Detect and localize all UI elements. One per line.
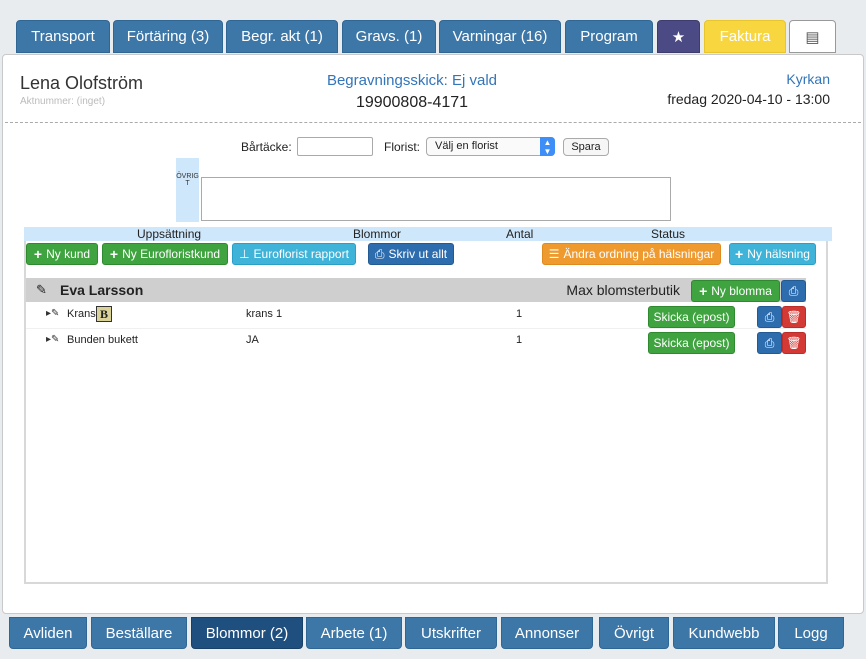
row-blommor: krans 1	[246, 308, 283, 320]
bartacke-input[interactable]	[297, 137, 373, 156]
tab-kundwebb[interactable]: Kundwebb	[673, 617, 775, 649]
tab-blommor[interactable]: Blommor (2)	[191, 617, 303, 649]
badge-b-icon: B	[96, 306, 112, 322]
col-status: Status	[651, 227, 686, 241]
tab-varningar[interactable]: Varningar (16)	[439, 20, 561, 53]
ovrigt-textarea[interactable]	[201, 177, 671, 221]
row-antal: 1	[516, 308, 523, 320]
florist-selected: Välj en florist	[435, 140, 498, 152]
trash-icon: 🗑	[786, 336, 802, 350]
tab-transport[interactable]: Transport	[16, 20, 110, 53]
florist-select[interactable]: Välj en florist ▲ ▼	[426, 137, 555, 156]
print-icon: ⎙	[374, 246, 385, 261]
col-blommor: Blommor	[353, 227, 402, 241]
expand-icon[interactable]: ▸✎	[46, 308, 59, 319]
florist-shop-name: Max blomsterbutik	[566, 282, 680, 298]
new-customer-button[interactable]: + Ny kund	[26, 243, 98, 265]
plus-icon: +	[699, 283, 708, 299]
print-icon: ⎙	[788, 283, 799, 298]
send-email-button[interactable]: Skicka (epost)	[648, 332, 735, 354]
tab-faktura[interactable]: Faktura	[704, 20, 786, 53]
new-greeting-button[interactable]: + Ny hälsning	[729, 243, 816, 265]
star-icon: ★	[671, 28, 686, 46]
row-uppsattning: Krans	[67, 308, 96, 320]
tab-favorite[interactable]: ★	[657, 20, 700, 53]
tab-avliden[interactable]: Avliden	[9, 617, 87, 649]
row-divider	[26, 328, 806, 329]
select-arrows-icon: ▲ ▼	[540, 137, 555, 156]
tab-bestallare[interactable]: Beställare	[91, 617, 187, 649]
list-icon: ▤	[805, 28, 820, 46]
customer-name: Eva Larsson	[60, 282, 144, 298]
print-icon: ⎙	[764, 335, 775, 350]
tab-gravs[interactable]: Gravs. (1)	[342, 20, 436, 53]
place-link[interactable]: Kyrkan	[786, 71, 830, 87]
tab-fortaring[interactable]: Förtäring (3)	[113, 20, 223, 53]
col-antal: Antal	[506, 227, 534, 241]
tab-ovrigt[interactable]: Övrigt	[599, 617, 669, 649]
plus-icon: +	[109, 246, 119, 262]
row-uppsattning: Bunden bukett	[67, 334, 138, 346]
aktnummer: Aktnummer: (inget)	[20, 96, 106, 107]
ceremony-datetime: fredag 2020-04-10 - 13:00	[667, 91, 830, 107]
print-all-button[interactable]: ⎙ Skriv ut allt	[368, 243, 454, 265]
trash-icon: 🗑	[786, 310, 802, 324]
euroflorist-report-button[interactable]: ⊥ Euroflorist rapport	[232, 243, 356, 265]
ovrigt-label: ÖVRIGT	[176, 158, 199, 222]
delete-row-button[interactable]: 🗑	[782, 332, 806, 354]
col-uppsattning: Uppsättning	[137, 227, 202, 241]
new-euroflorist-customer-button[interactable]: + Ny Eurofloristkund	[102, 243, 228, 265]
stamp-icon: ⊥	[239, 247, 250, 261]
print-icon: ⎙	[764, 309, 775, 324]
personnummer: 19900808-4171	[355, 94, 469, 111]
list-ordered-icon: ☰	[548, 247, 560, 261]
new-flower-button[interactable]: + Ny blomma	[691, 280, 780, 302]
print-row-button[interactable]: ⎙	[757, 306, 782, 328]
edit-icon[interactable]: ✎	[36, 282, 47, 298]
row-antal: 1	[516, 334, 523, 346]
customer-group-row: ✎ Eva Larsson Max blomsterbutik	[26, 278, 806, 302]
print-group-button[interactable]: ⎙	[781, 280, 806, 302]
plus-icon: +	[33, 246, 43, 262]
row-blommor: JA	[246, 334, 259, 346]
expand-icon[interactable]: ▸✎	[46, 334, 59, 345]
tab-utskrifter[interactable]: Utskrifter	[405, 617, 497, 649]
column-header: Uppsättning Blommor Antal Status	[24, 227, 832, 241]
deceased-name: Lena Olofström	[20, 73, 144, 93]
tab-program[interactable]: Program	[565, 20, 653, 53]
florist-label: Florist:	[384, 140, 420, 154]
tab-begr-akt[interactable]: Begr. akt (1)	[226, 20, 338, 53]
tab-annonser[interactable]: Annonser	[501, 617, 593, 649]
tab-list[interactable]: ▤	[789, 20, 836, 53]
delete-row-button[interactable]: 🗑	[782, 306, 806, 328]
divider	[5, 122, 861, 123]
change-order-button[interactable]: ☰ Ändra ordning på hälsningar	[542, 243, 721, 265]
begravningsskick-link[interactable]: Begravningsskick: Ej vald	[262, 72, 562, 89]
plus-icon: +	[735, 246, 744, 262]
tab-logg[interactable]: Logg	[778, 617, 844, 649]
tab-arbete[interactable]: Arbete (1)	[306, 617, 402, 649]
bartacke-label: Bårtäcke:	[241, 140, 292, 154]
save-button[interactable]: Spara	[563, 138, 609, 156]
print-row-button[interactable]: ⎙	[757, 332, 782, 354]
top-tab-bar: Transport Förtäring (3) Begr. akt (1) Gr…	[0, 0, 866, 56]
send-email-button[interactable]: Skicka (epost)	[648, 306, 735, 328]
